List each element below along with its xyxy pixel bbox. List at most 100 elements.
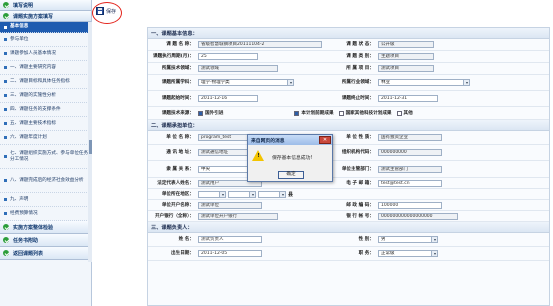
leader-name-input[interactable]: 测试负责人 [198,236,262,243]
dept-input[interactable]: 测试主管部门 [378,165,442,173]
sidebar-item-annual-plan[interactable]: 六、课题年度计划 [0,131,91,145]
city-select[interactable] [228,190,256,198]
field-label: 课题技术来源： [161,110,194,116]
sidebar-item-label: 课题参加人员基本情况 [10,50,56,56]
sidebar-item-feasibility[interactable]: 三、课题的实施性分析 [0,89,91,103]
sidebar: 填写说明 课题实施方案填写 基本信息 参与单位 课题参加人员基本情况 一、课题主… [0,0,92,306]
project-status-input[interactable]: 公开级 [378,41,434,48]
field-cell: 2011-12-05 [198,250,328,257]
field-label: 银 行 帐 号： [346,213,374,219]
sidebar-item-budget[interactable]: 经费预算情况 [0,207,91,221]
field-cell: 测试项目 [378,65,508,72]
field-label: 开户银行（全称）： [154,213,194,219]
sidebar-item-label: 参与单位 [10,36,29,42]
field-label: 所 属 项 目： [346,66,374,71]
save-button[interactable]: 保存 [96,7,116,15]
parent-project-input[interactable]: 测试项目 [378,65,434,72]
tech-source-option[interactable]: 其他 [396,110,413,116]
check-circle-icon [3,2,9,8]
bullet-icon [4,155,7,158]
discipline-select[interactable]: 理学-物理学类 [198,79,294,86]
ok-button[interactable]: 确定 [278,171,304,179]
sex-select[interactable]: 男 [378,236,438,243]
unit-nature-input[interactable]: 国有独资企业 [378,134,442,141]
form-row: 课 题 名 称： 省级智慧城镇项目20111104-2 课 题 状 态： 公开级 [148,39,549,51]
option-label: 国外引进 [205,111,224,116]
tech-source-group: 国外引进 本计划前期成果 国家其他科技计划成果 其他 [198,110,542,116]
tech-source-option[interactable]: 国家其他科技计划成果 [338,110,392,116]
field-cell: 测试单位 [198,201,328,209]
bank-account-input[interactable]: 000000000000000000 [378,212,458,220]
field-cell: 测试领域 [198,65,328,72]
sidebar-group-check[interactable]: 实施方案整体检验 [0,221,91,234]
form-row: 出生日期： 2011-12-05 职 务： 正常级 [148,247,549,261]
field-cell: 理学-物理学类 [198,79,328,86]
field-label: 课题执行周期(月)： [153,54,194,59]
field-cell: 100000 [378,201,508,209]
sidebar-item-benefits[interactable]: 八、课题完成后的经济社会效益分析 [0,169,91,193]
chevron-down-icon [431,237,437,242]
province-select[interactable] [198,190,226,198]
field-label: 单位开户名称： [161,202,194,208]
bullet-icon [4,136,7,139]
postcode-input[interactable]: 100000 [378,201,442,209]
tech-field-input[interactable]: 测试领域 [198,65,278,72]
sidebar-item-units[interactable]: 参与单位 [0,33,91,47]
close-icon[interactable]: ✕ [319,136,331,144]
sidebar-item-research[interactable]: 一、课题主要研究内容 [0,61,91,75]
check-circle-icon [3,250,9,256]
chevron-down-icon [279,191,285,197]
industry-select[interactable]: 林业 [378,79,470,86]
bank-name-input[interactable]: 测试单位开户银行 [198,212,278,220]
title-select[interactable]: 正常级 [378,250,438,257]
form-row: 姓 名： 测试负责人 性 别： 男 [148,233,549,247]
field-cell: test@test.cn [378,179,508,187]
tech-source-option[interactable]: 本计划前期成果 [294,110,334,116]
end-date-input[interactable]: 2011-12-31 [378,95,438,102]
field-cell: 省级智慧城镇项目20111104-2 [198,41,328,48]
sidebar-item-targets[interactable]: 二、课题目标和具体任务指标 [0,75,91,89]
chevron-down-icon [287,80,293,85]
sidebar-group-back[interactable]: 返回课题列表 [0,247,91,260]
org-code-input[interactable]: 000000000 [378,149,442,156]
district-select[interactable] [258,190,286,198]
field-label: 所属技术领域： [161,66,194,71]
checkbox-icon [294,110,300,116]
field-label: 单 位 性 质： [346,135,374,140]
form-row: 课题所属学科： 理学-物理学类 所属行业领域： 林业 [148,75,549,91]
sidebar-item-support[interactable]: 四、课题任务的支撑条件 [0,103,91,117]
field-cell: 主题项目 [378,53,508,60]
sidebar-group-instructions[interactable]: 填写说明 [0,0,91,11]
sidebar-item-members[interactable]: 课题参加人员基本情况 [0,47,91,61]
form-row: 隶 属 关 系： 中央 单位主管部门： 测试主管部门 [148,161,549,178]
form-row: 单 位 名 称： program_test 单 位 性 质： 国有独资企业 [148,131,549,145]
bank-account-name-input[interactable]: 测试单位 [198,201,262,209]
sidebar-item-tech-indicators[interactable]: 五、课题主要技术指标 [0,117,91,131]
field-label: 职 务： [358,251,374,256]
tech-source-option[interactable]: 国外引进 [198,110,223,116]
sidebar-item-organization[interactable]: 七、课题组织实施方式、参与单位任务分工情况 [0,145,91,169]
sidebar-group-plan[interactable]: 课题实施方案填写 [0,11,91,22]
birth-date-input[interactable]: 2011-12-05 [198,250,262,257]
field-cell: 测试负责人 [198,236,328,243]
sidebar-item-declaration[interactable]: 九、声明 [0,193,91,207]
form-row: 开户银行（全称）： 测试单位开户银行 银 行 帐 号： 000000000000… [148,211,549,222]
form-row: 所属技术领域： 测试领域 所 属 项 目： 测试项目 [148,63,549,75]
start-date-input[interactable]: 2011-12-16 [198,95,258,102]
bullet-icon [4,212,7,215]
email-field[interactable]: test@test.cn [378,179,442,187]
field-label: 单 位 名 称： [166,135,194,140]
sidebar-group-label: 实施方案整体检验 [13,224,54,231]
period-input[interactable]: 25 [198,53,258,60]
section-title-leader: 三、课题负责人： [148,222,549,233]
sidebar-group-attachments[interactable]: 任务书附助 [0,234,91,247]
project-name-input[interactable]: 省级智慧城镇项目20111104-2 [198,41,322,48]
toolbar: 保存 [92,0,553,24]
sidebar-collapse-handle[interactable] [89,140,92,154]
sidebar-item-basic-info[interactable]: 基本信息 [0,22,91,33]
bullet-icon [4,38,7,41]
industry-value: 林业 [381,80,390,85]
option-label: 本计划前期成果 [301,111,334,116]
chevron-down-icon [431,251,437,256]
project-type-input[interactable]: 主题项目 [378,53,434,60]
